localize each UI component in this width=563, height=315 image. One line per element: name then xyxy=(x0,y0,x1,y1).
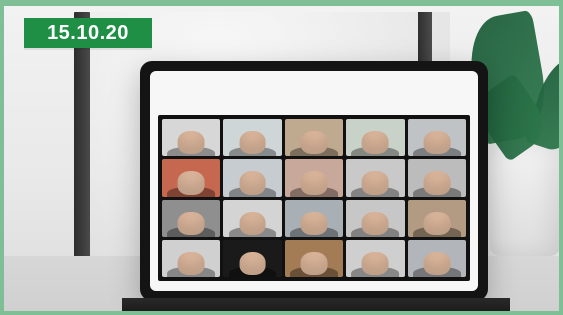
image-frame: 15.10.20 xyxy=(0,0,563,315)
participant-face xyxy=(239,131,267,155)
laptop-screen xyxy=(150,71,478,291)
participant-face xyxy=(423,131,451,155)
video-tile xyxy=(346,199,405,237)
participant-face xyxy=(239,251,267,275)
video-tile xyxy=(162,199,221,237)
video-tile xyxy=(162,239,221,277)
video-tile xyxy=(223,119,282,157)
participants-grid xyxy=(162,119,466,277)
video-tile xyxy=(346,159,405,197)
video-tile xyxy=(407,159,466,197)
video-conference-grid xyxy=(158,115,470,281)
video-tile xyxy=(284,239,344,277)
participant-face xyxy=(177,171,205,195)
video-tile xyxy=(284,199,344,237)
video-tile xyxy=(407,239,466,277)
video-tile xyxy=(162,159,221,197)
video-tile xyxy=(223,159,282,197)
participant-face xyxy=(361,171,389,195)
laptop-lid xyxy=(140,61,488,301)
video-tile xyxy=(346,239,405,277)
participant-face xyxy=(423,251,451,275)
participant-face xyxy=(361,211,389,235)
participant-face xyxy=(361,251,389,275)
laptop-base xyxy=(122,298,510,311)
date-badge: 15.10.20 xyxy=(24,18,152,48)
participant-face xyxy=(177,251,205,275)
video-tile xyxy=(407,199,466,237)
video-tile xyxy=(162,119,221,157)
plant-pot xyxy=(490,146,559,256)
participant-face xyxy=(300,211,328,235)
video-tile xyxy=(346,119,405,157)
video-tile xyxy=(284,159,344,197)
video-tile xyxy=(223,239,282,277)
participant-face xyxy=(300,131,328,155)
participant-face xyxy=(177,131,205,155)
video-tile xyxy=(407,119,466,157)
participant-face xyxy=(423,211,451,235)
participant-face xyxy=(423,171,451,195)
participant-face xyxy=(300,251,328,275)
participant-face xyxy=(177,211,205,235)
video-tile xyxy=(223,199,282,237)
participant-face xyxy=(361,131,389,155)
video-tile xyxy=(284,119,344,157)
window-frame-left xyxy=(74,12,90,296)
participant-face xyxy=(300,171,328,195)
participant-face xyxy=(239,171,267,195)
participant-face xyxy=(239,211,267,235)
